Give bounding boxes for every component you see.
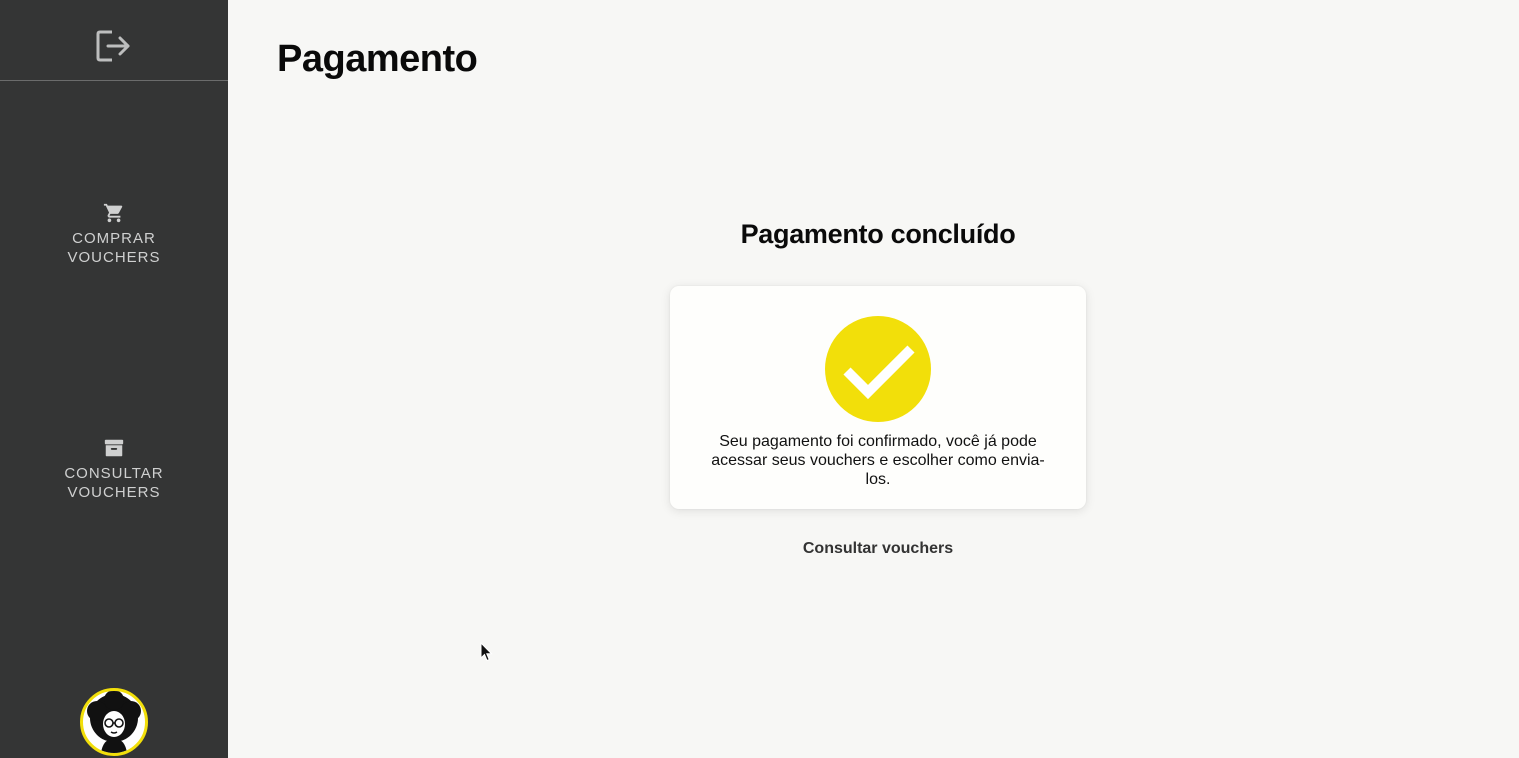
section-title: Pagamento concluído — [740, 219, 1016, 249]
sidebar-item-label: CONSULTAR VOUCHERS — [64, 465, 164, 501]
sidebar-item-consultar-vouchers[interactable]: CONSULTAR VOUCHERS — [0, 436, 228, 502]
page-title: Pagamento — [277, 38, 478, 80]
mouse-cursor-icon — [480, 642, 493, 662]
sidebar-header — [0, 0, 228, 81]
logout-button[interactable] — [95, 28, 133, 64]
app-root: COMPRAR VOUCHERS CONSULTAR VOUCHERS Paga… — [0, 0, 1519, 758]
confirmation-message: Seu pagamento foi confirmado, você já po… — [711, 433, 1045, 488]
check-circle-icon — [825, 316, 931, 422]
shopping-cart-icon — [102, 201, 126, 225]
confirmation-card: Seu pagamento foi confirmado, você já po… — [670, 286, 1086, 509]
logout-icon — [96, 30, 130, 62]
user-avatar — [87, 691, 141, 753]
sidebar-item-label: COMPRAR VOUCHERS — [67, 230, 161, 266]
sidebar: COMPRAR VOUCHERS CONSULTAR VOUCHERS — [0, 0, 228, 758]
avatar[interactable] — [80, 688, 148, 756]
consultar-vouchers-link[interactable]: Consultar vouchers — [728, 540, 1028, 558]
sidebar-item-comprar-vouchers[interactable]: COMPRAR VOUCHERS — [0, 201, 228, 267]
archive-box-icon — [102, 436, 126, 460]
